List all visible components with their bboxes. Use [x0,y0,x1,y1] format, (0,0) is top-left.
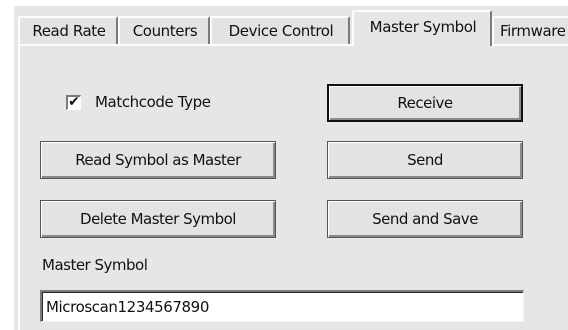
tab-read-rate[interactable]: Read Rate [18,16,118,44]
tab-device-control[interactable]: Device Control [210,16,350,44]
tab-strip: Read Rate Counters Device Control Master… [18,8,568,46]
tab-firmware[interactable]: Firmware [492,16,568,44]
tab-master-symbol[interactable]: Master Symbol [352,10,492,46]
tab-counters[interactable]: Counters [118,16,210,44]
tab-panel [18,44,568,330]
